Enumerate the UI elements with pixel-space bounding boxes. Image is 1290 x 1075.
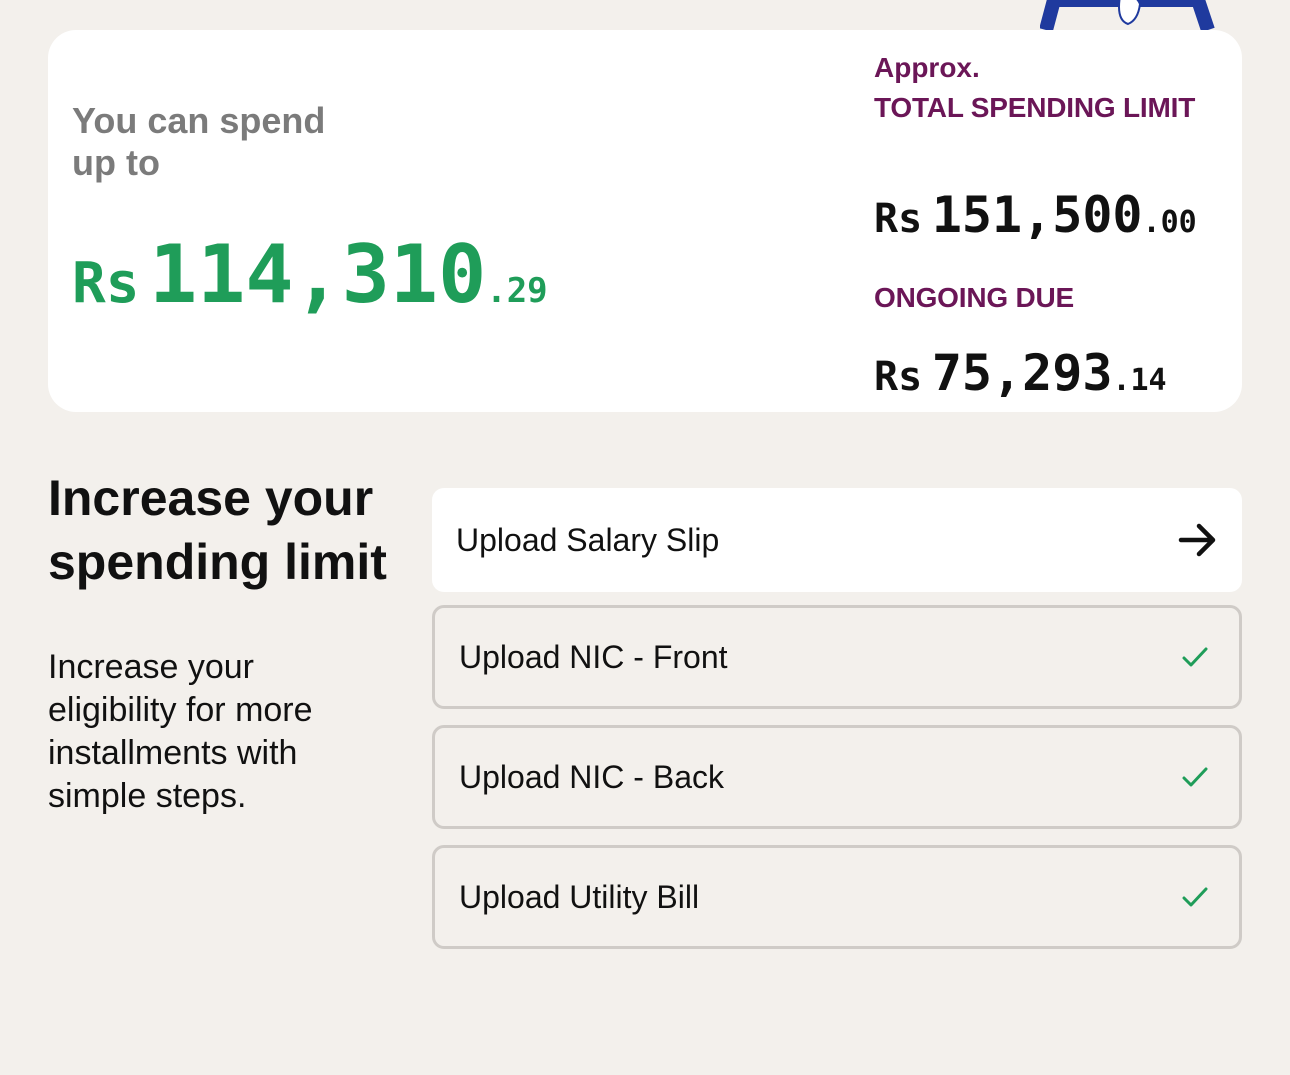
limit-currency: Rs xyxy=(874,196,923,242)
due-amount-decimal: .14 xyxy=(1112,363,1167,398)
limit-amount-decimal: .00 xyxy=(1142,205,1197,240)
due-currency: Rs xyxy=(874,354,923,400)
upload-item-label: Upload NIC - Back xyxy=(459,758,724,795)
increase-limit-description: Increase your eligibility for more insta… xyxy=(48,648,313,815)
spending-summary-card: You can spend up to Rs 114,310.29 Approx… xyxy=(48,30,1242,412)
approx-label: Approx. xyxy=(874,52,980,83)
header-illustration xyxy=(1039,0,1215,33)
limit-amount-integer: 151,500 xyxy=(931,186,1143,244)
total-limit-label: TOTAL SPENDING LIMIT xyxy=(874,92,1196,123)
upload-utility-bill-button[interactable]: Upload Utility Bill xyxy=(432,845,1242,949)
checkmark-icon xyxy=(1175,637,1215,677)
upload-salary-slip-button[interactable]: Upload Salary Slip xyxy=(432,488,1242,592)
upload-item-label: Upload Utility Bill xyxy=(459,878,700,915)
upload-item-label: Upload Salary Slip xyxy=(456,521,720,558)
spend-amount-integer: 114,310 xyxy=(149,228,487,321)
upload-nic-front-button[interactable]: Upload NIC - Front xyxy=(432,605,1242,709)
checkmark-icon xyxy=(1175,877,1215,917)
upload-item-label: Upload NIC - Front xyxy=(459,638,728,675)
ongoing-due-label: ONGOING DUE xyxy=(874,282,1075,313)
spend-label: You can spend up to xyxy=(72,100,326,183)
available-spend-amount: Rs 114,310.29 xyxy=(72,228,548,321)
increase-limit-title: Increase your spending limit xyxy=(48,470,387,590)
upload-nic-back-button[interactable]: Upload NIC - Back xyxy=(432,725,1242,829)
limit-summary: Approx. TOTAL SPENDING LIMIT Rs 151,500.… xyxy=(874,48,1224,402)
ongoing-due-amount: Rs 75,293.14 xyxy=(874,344,1167,402)
total-limit-amount: Rs 151,500.00 xyxy=(874,186,1197,244)
due-amount-integer: 75,293 xyxy=(931,344,1113,402)
spend-amount-decimal: .29 xyxy=(486,271,548,311)
arrow-right-icon xyxy=(1178,520,1218,560)
checkmark-icon xyxy=(1175,757,1215,797)
spend-currency: Rs xyxy=(72,251,140,316)
